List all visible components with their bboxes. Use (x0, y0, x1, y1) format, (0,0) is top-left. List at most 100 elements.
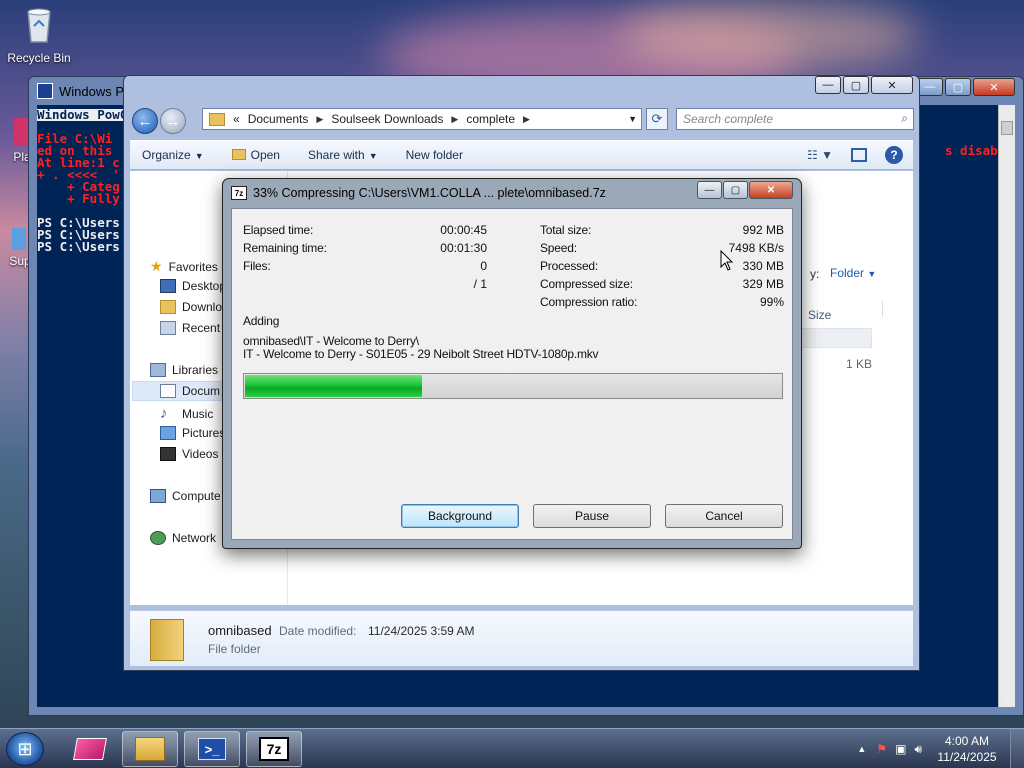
scroll-up-arrow-icon[interactable]: ▲ (999, 105, 1015, 119)
computer-icon (150, 489, 166, 503)
breadcrumb-complete[interactable]: complete (466, 112, 515, 126)
show-hidden-icons-icon[interactable]: ▲ (857, 744, 866, 754)
wallpaper-cloud (620, 0, 920, 70)
action-label: Adding (243, 314, 280, 328)
pause-button[interactable]: Pause (533, 504, 651, 528)
minimize-button[interactable]: — (815, 76, 841, 94)
column-divider[interactable] (882, 301, 883, 317)
show-desktop-button[interactable] (1010, 729, 1024, 768)
pictures-icon (160, 426, 176, 440)
help-icon[interactable]: ? (885, 146, 903, 164)
file-size-cell: 1 KB (846, 357, 873, 371)
nav-desktop[interactable]: Desktop (160, 279, 226, 293)
taskbar-clock[interactable]: 4:00 AM 11/24/2025 (932, 733, 1002, 765)
close-button[interactable]: ✕ (749, 181, 793, 199)
7zip-icon: 7z (231, 186, 247, 200)
minimize-button[interactable]: — (697, 181, 722, 199)
libraries-icon (150, 363, 166, 377)
taskbar-explorer[interactable] (122, 731, 178, 767)
files-total-value: / 1 (473, 277, 487, 291)
nav-pictures[interactable]: Pictures (160, 426, 225, 440)
taskbar: ⊞ >_ 7z ▲ ⚑ ▣ 🔊︎ 4:00 AM 11/24/2025 (0, 728, 1024, 768)
total-size-value: 992 MB (742, 223, 784, 237)
open-button[interactable]: Open (231, 148, 280, 162)
search-input[interactable]: Search complete ⌕ (676, 108, 914, 130)
address-dropdown-icon[interactable]: ▼ (628, 114, 637, 124)
desktop-icon (160, 279, 176, 293)
explorer-toolbar: Organize ▼ Open Share with ▼ New folder ☷ … (130, 140, 913, 170)
details-name: omnibased (208, 623, 272, 638)
nav-music[interactable]: ♪ Music (160, 405, 213, 422)
taskbar-7zip[interactable]: 7z (246, 731, 302, 767)
remaining-time-label: Remaining time: (243, 241, 327, 255)
breadcrumb-separator-icon[interactable]: ▶ (316, 114, 323, 125)
action-center-icon[interactable]: ⚑ (876, 742, 887, 756)
organize-button[interactable]: Organize ▼ (142, 148, 204, 162)
scroll-down-arrow-icon[interactable]: ▼ (999, 693, 1015, 707)
forward-button[interactable]: → (160, 108, 186, 134)
address-bar[interactable]: « Documents ▶ Soulseek Downloads ▶ compl… (202, 108, 642, 130)
nav-favorites[interactable]: ★ Favorites (150, 258, 218, 275)
refresh-button[interactable]: ⟳ (646, 108, 668, 130)
close-button[interactable]: ✕ (871, 76, 913, 94)
breadcrumb-separator-icon[interactable]: ▶ (523, 114, 530, 125)
windows-logo-icon: ⊞ (17, 738, 33, 759)
cancel-button[interactable]: Cancel (665, 504, 783, 528)
app-icon (73, 738, 107, 760)
nav-videos[interactable]: Videos (160, 447, 218, 461)
explorer-window-controls: — ▢ ✕ (813, 76, 913, 94)
minimize-button[interactable]: — (917, 78, 943, 96)
maximize-button[interactable]: ▢ (723, 181, 748, 199)
7zip-title: 33% Compressing C:\Users\VM1.COLLA ... p… (253, 186, 606, 200)
breadcrumb-prefix[interactable]: « (233, 112, 240, 126)
current-folder: omnibased\IT - Welcome to Derry\ (243, 334, 419, 348)
nav-recent[interactable]: Recent (160, 321, 220, 335)
details-date-value: 11/24/2025 3:59 AM (368, 624, 475, 638)
scroll-thumb[interactable] (1001, 121, 1013, 135)
powershell-icon (37, 83, 53, 99)
breadcrumb-separator-icon[interactable]: ▶ (451, 114, 458, 125)
arrange-by-dropdown[interactable]: Folder ▼ (830, 266, 876, 280)
background-button[interactable]: Background (401, 504, 519, 528)
progress-fill (245, 375, 422, 397)
taskbar-powershell[interactable]: >_ (184, 731, 240, 767)
processed-label: Processed: (540, 259, 599, 273)
desktop-icon-recycle-bin[interactable]: Recycle Bin (4, 6, 74, 65)
close-button[interactable]: ✕ (973, 78, 1015, 96)
search-icon[interactable]: ⌕ (901, 111, 908, 126)
view-options-icon[interactable]: ☷ ▼ (807, 148, 833, 162)
nav-libraries[interactable]: Libraries (150, 363, 218, 377)
recycle-bin-icon (27, 8, 51, 43)
clock-date: 11/24/2025 (937, 750, 997, 764)
7zip-icon: 7z (259, 737, 289, 761)
nav-downloads[interactable]: Downlo (160, 300, 222, 314)
explorer-navigation-bar: ← → « Documents ▶ Soulseek Downloads ▶ c… (130, 104, 914, 138)
maximize-button[interactable]: ▢ (843, 76, 869, 94)
folder-large-icon (150, 619, 184, 661)
taskbar-app-pinned[interactable] (62, 731, 118, 767)
app-icon (12, 228, 26, 250)
column-header-size[interactable]: Size (808, 308, 831, 322)
network-status-icon[interactable]: ▣ (895, 742, 906, 756)
7zip-progress-dialog[interactable]: 7z 33% Compressing C:\Users\VM1.COLLA ..… (222, 178, 802, 549)
share-with-button[interactable]: Share with ▼ (308, 148, 378, 162)
nav-computer[interactable]: Compute (150, 489, 221, 503)
start-button[interactable]: ⊞ (6, 732, 44, 766)
remaining-time-value: 00:01:30 (440, 241, 487, 255)
breadcrumb-soulseek[interactable]: Soulseek Downloads (331, 112, 443, 126)
elapsed-time-label: Elapsed time: (243, 223, 314, 237)
nav-network[interactable]: Network (150, 531, 216, 545)
volume-icon[interactable]: 🔊︎ (914, 742, 922, 757)
recent-places-icon (160, 321, 176, 335)
mouse-cursor-icon (720, 250, 734, 271)
nav-documents[interactable]: Docum (160, 384, 220, 398)
file-row-highlight[interactable] (800, 328, 872, 348)
7zip-titlebar[interactable]: 7z 33% Compressing C:\Users\VM1.COLLA ..… (223, 179, 801, 207)
back-button[interactable]: ← (132, 108, 158, 134)
preview-pane-icon[interactable] (851, 148, 867, 162)
breadcrumb-documents[interactable]: Documents (248, 112, 309, 126)
console-scrollbar[interactable]: ▲ ▼ (998, 105, 1015, 707)
maximize-button[interactable]: ▢ (945, 78, 971, 96)
network-icon (150, 531, 166, 545)
new-folder-button[interactable]: New folder (406, 148, 463, 162)
